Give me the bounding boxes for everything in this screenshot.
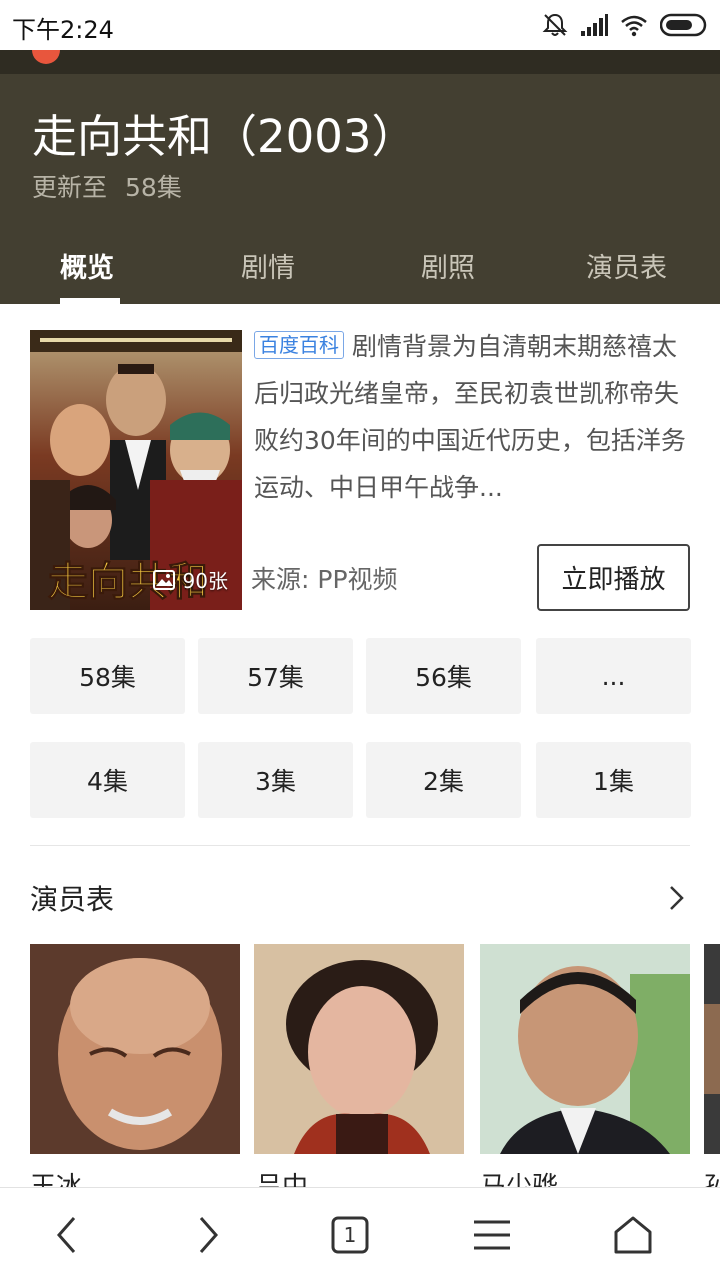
tab-plot[interactable]: 剧情: [241, 246, 295, 285]
source-label: 来源:: [251, 565, 310, 594]
detail-tabs: 概览 剧情 剧照 演员表: [0, 246, 720, 304]
forward-button[interactable]: [183, 1210, 233, 1260]
cast-photo: [30, 944, 240, 1154]
battery-icon: [660, 13, 707, 37]
cast-section-title: 演员表: [30, 883, 115, 916]
home-icon: [614, 1216, 652, 1254]
show-title: 走向共和（2003）: [32, 110, 417, 163]
episode-button[interactable]: 1集: [536, 742, 691, 818]
mute-icon: [542, 13, 568, 36]
source-tag-baike: 百度百科: [254, 331, 344, 359]
episode-button[interactable]: 2集: [366, 742, 521, 818]
update-label: 更新至: [32, 173, 108, 202]
tabs-button[interactable]: 1: [325, 1210, 375, 1260]
episode-button[interactable]: 56集: [366, 638, 521, 714]
play-now-button[interactable]: 立即播放: [537, 544, 690, 611]
cast-card-photo[interactable]: [30, 944, 240, 1154]
episode-more-button[interactable]: ...: [536, 638, 691, 714]
chevron-left-icon: [56, 1217, 76, 1253]
tab-stills[interactable]: 剧照: [421, 246, 475, 285]
signal-icon: [581, 14, 608, 36]
browser-toolbar: 1: [0, 1187, 720, 1280]
tab-overview[interactable]: 概览: [60, 246, 114, 285]
cast-photo: [254, 944, 464, 1154]
menu-icon: [474, 1220, 510, 1250]
source-value: PP视频: [317, 565, 398, 594]
chevron-right-icon[interactable]: [664, 884, 688, 912]
back-button[interactable]: [42, 1210, 92, 1260]
header-strip: [0, 50, 720, 74]
cast-card-photo[interactable]: [480, 944, 690, 1154]
episode-button[interactable]: 58集: [30, 638, 185, 714]
chevron-right-icon: [199, 1217, 219, 1253]
show-poster[interactable]: 走向共和 90张: [30, 330, 242, 610]
cast-card-photo[interactable]: [254, 944, 464, 1154]
image-icon: [152, 569, 175, 590]
status-time: 下午2:24: [12, 16, 114, 44]
update-status: 更新至 58集: [32, 168, 182, 204]
menu-button[interactable]: [467, 1210, 517, 1260]
update-value: 58集: [125, 173, 182, 202]
active-tab-indicator: [60, 298, 120, 304]
wifi-icon: [621, 15, 647, 37]
show-description[interactable]: 百度百科 剧情背景为自清朝末期慈禧太后归政光绪皇帝，至民初袁世凯称帝失败约30年间…: [254, 323, 694, 511]
video-source: 来源: PP视频: [251, 560, 398, 596]
cast-card-photo[interactable]: [704, 944, 720, 1154]
episode-button[interactable]: 4集: [30, 742, 185, 818]
episode-button[interactable]: 3集: [198, 742, 353, 818]
photo-count: 90张: [182, 569, 228, 593]
home-button[interactable]: [608, 1210, 658, 1260]
cast-photo: [704, 944, 720, 1154]
cast-photo: [480, 944, 690, 1154]
photo-count-badge: 90张: [152, 565, 228, 594]
tab-count: 1: [343, 1223, 357, 1247]
section-divider: [30, 845, 690, 846]
episode-button[interactable]: 57集: [198, 638, 353, 714]
status-icons: [542, 12, 708, 38]
tab-cast[interactable]: 演员表: [586, 246, 667, 285]
show-header: 走向共和（2003） 更新至 58集 概览 剧情 剧照 演员表: [0, 50, 720, 304]
app-logo-icon: [32, 50, 60, 64]
status-bar: 下午2:24: [0, 0, 720, 50]
